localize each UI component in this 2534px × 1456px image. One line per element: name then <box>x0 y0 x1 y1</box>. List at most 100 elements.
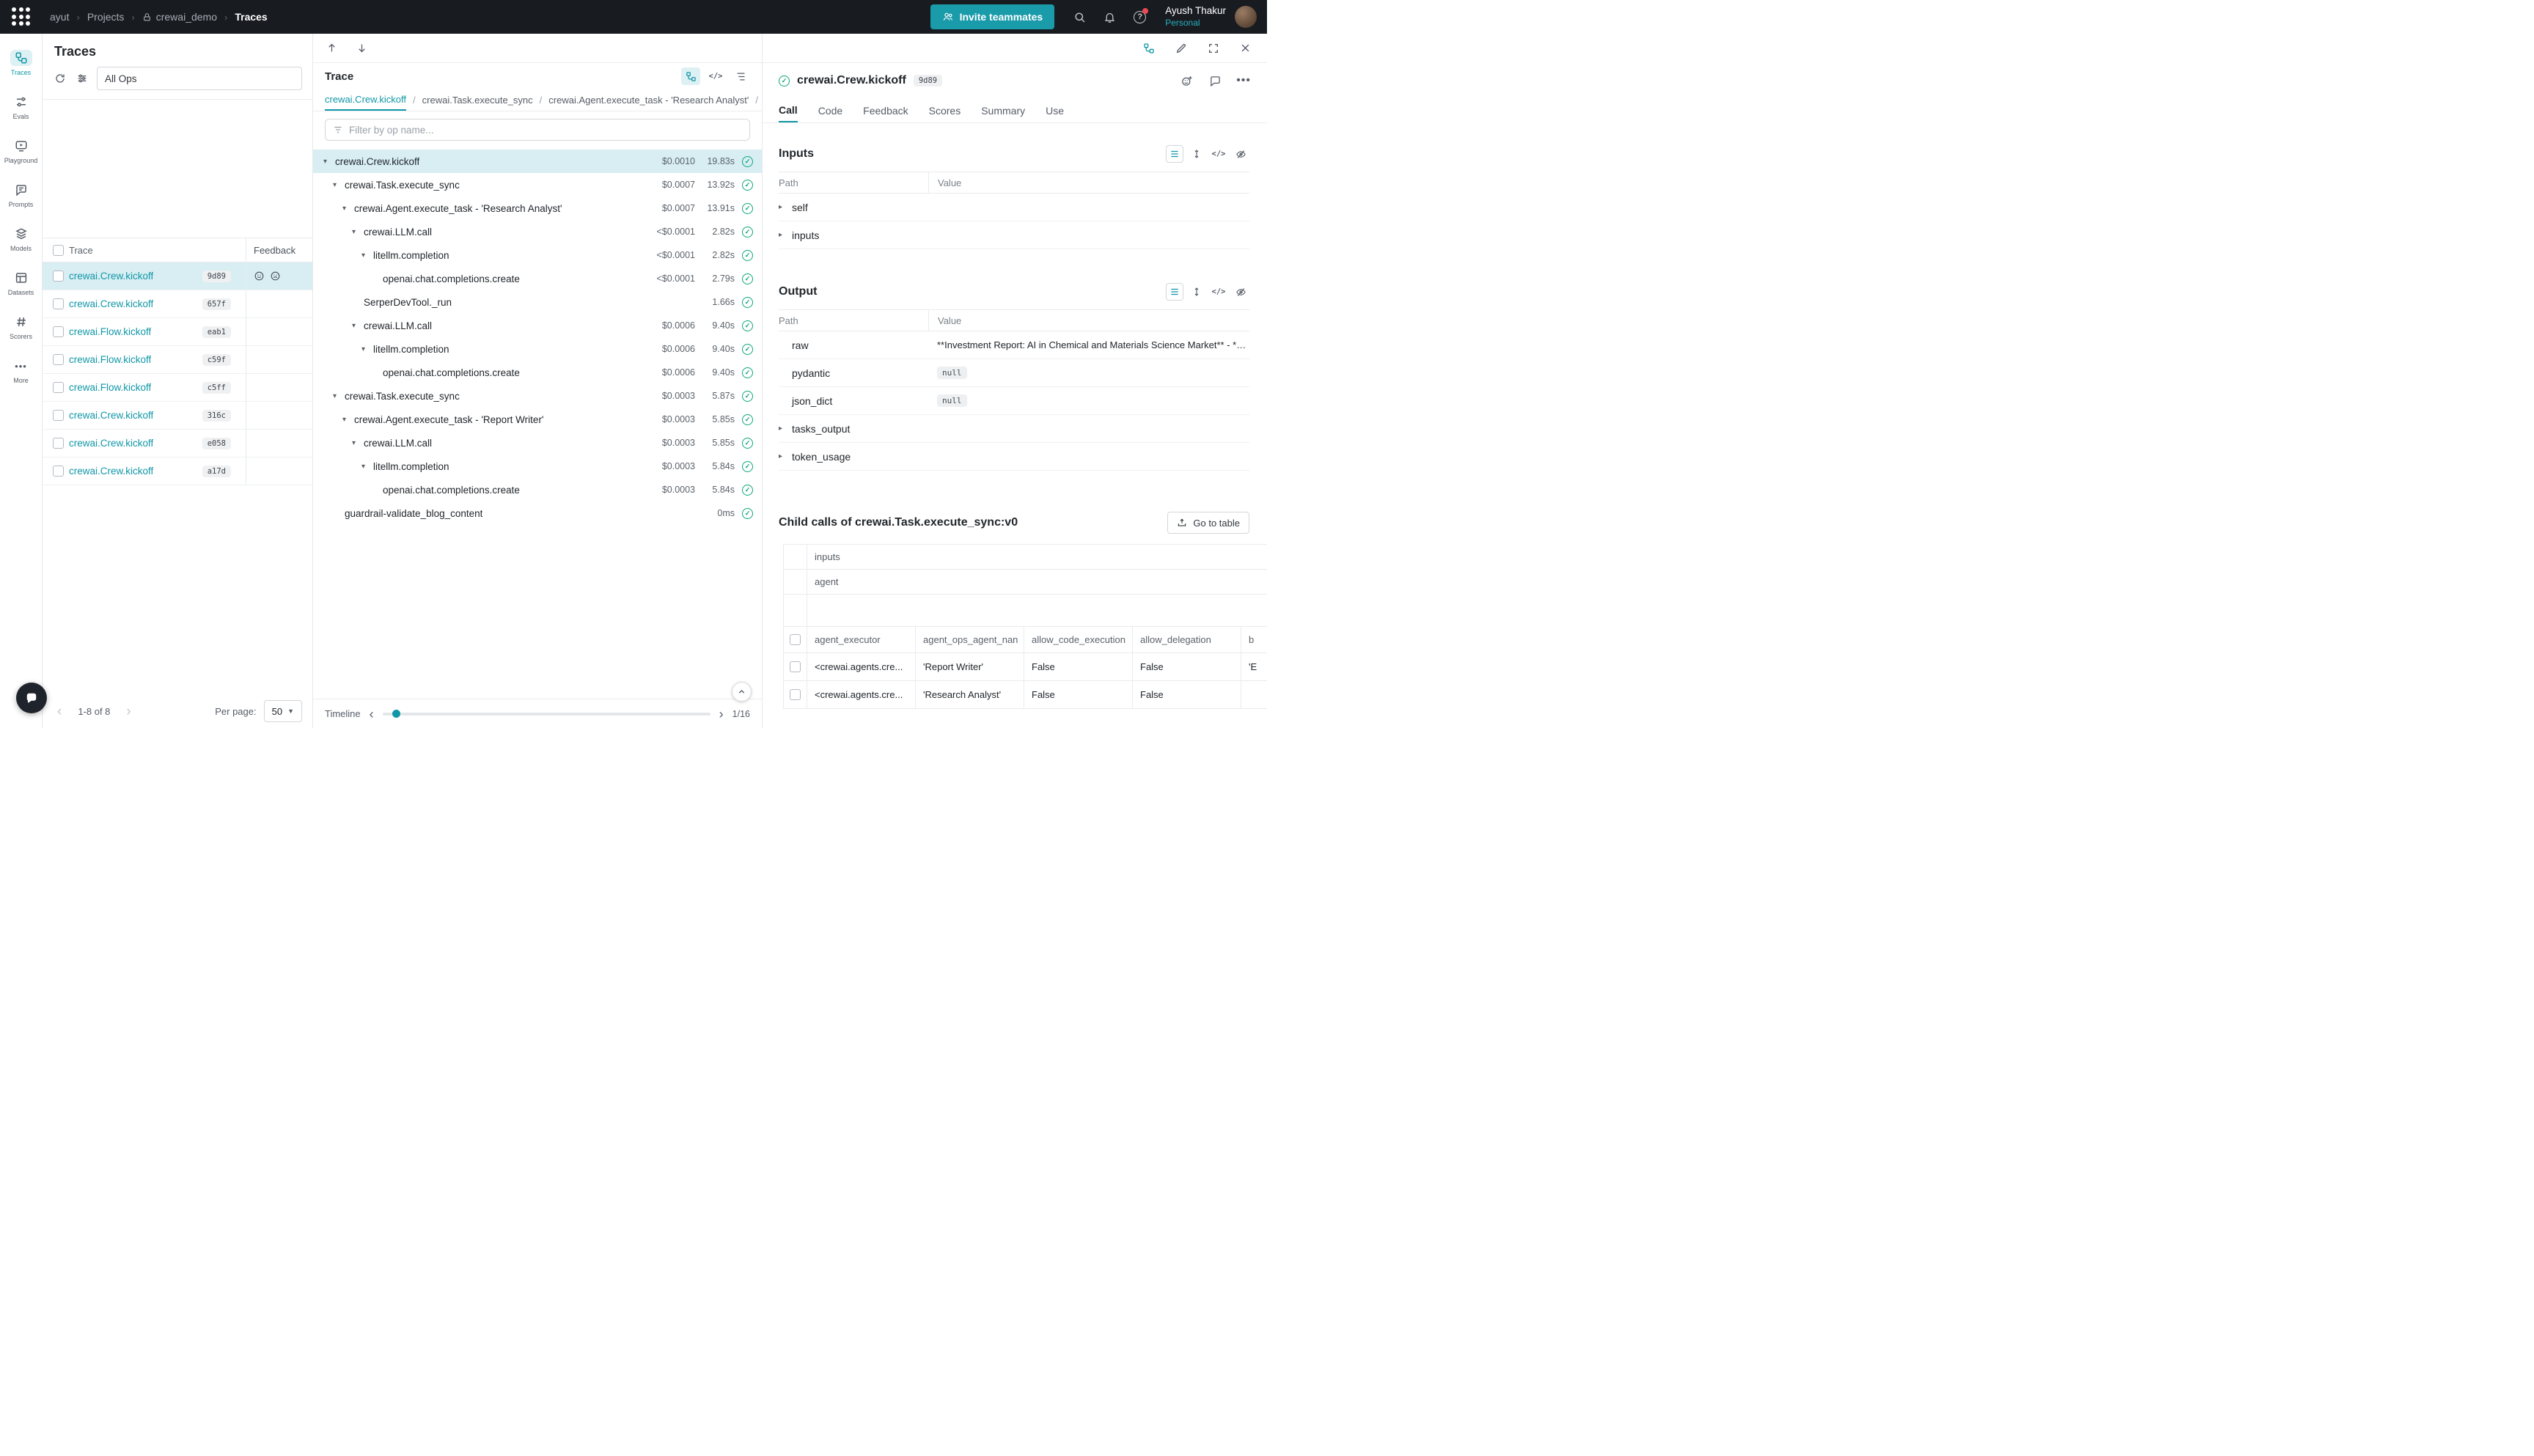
span-row[interactable]: openai.chat.completions.create$0.00035.8… <box>313 478 762 501</box>
trace-link[interactable]: crewai.Flow.kickoff <box>69 326 151 337</box>
chevron-right-icon[interactable]: ▸ <box>779 452 792 460</box>
wandb-logo[interactable] <box>12 7 31 26</box>
user-menu[interactable]: Ayush Thakur Personal <box>1165 5 1226 29</box>
code-view-icon[interactable]: </> <box>1210 145 1227 163</box>
timeline-slider[interactable] <box>383 713 710 716</box>
list-icon[interactable] <box>1166 145 1183 163</box>
row-checkbox[interactable] <box>790 689 801 700</box>
chevron-down-icon[interactable]: ▾ <box>333 181 345 189</box>
search-icon[interactable] <box>1073 11 1086 23</box>
expand-icon[interactable] <box>1206 41 1221 56</box>
tree-view-icon[interactable] <box>1142 41 1156 56</box>
input-row-inputs[interactable]: ▸inputs <box>779 221 1249 249</box>
span-row[interactable]: ▾crewai.Crew.kickoff$0.001019.83s✓ <box>313 150 762 173</box>
sidebar-item-evals[interactable]: Evals <box>0 85 42 129</box>
tree-view-icon[interactable] <box>681 67 700 85</box>
breadcrumb-project[interactable]: crewai_demo <box>142 11 217 23</box>
add-reaction-icon[interactable] <box>1179 73 1194 89</box>
timeline-prev-chevron[interactable]: ‹ <box>370 707 374 721</box>
span-row[interactable]: ▾crewai.LLM.call$0.00069.40s✓ <box>313 314 762 337</box>
trace-row[interactable]: crewai.Flow.kickoffeab1 <box>43 318 312 346</box>
bell-icon[interactable] <box>1103 11 1116 23</box>
select-all-checkbox[interactable] <box>53 245 64 256</box>
pencil-icon[interactable] <box>1174 41 1189 56</box>
row-checkbox[interactable] <box>53 354 64 365</box>
sidebar-item-prompts[interactable]: Prompts <box>0 173 42 217</box>
row-checkbox[interactable] <box>53 410 64 421</box>
eye-off-icon[interactable] <box>1232 283 1249 301</box>
span-row[interactable]: openai.chat.completions.create$0.00069.4… <box>313 361 762 384</box>
path-tab[interactable]: crewai.Crew.kickoff <box>325 89 406 111</box>
chevron-right-icon[interactable]: ▸ <box>779 231 792 239</box>
trace-row[interactable]: crewai.Crew.kickoff657f <box>43 290 312 318</box>
chat-bubble-icon[interactable] <box>16 683 47 713</box>
avatar[interactable] <box>1235 6 1257 28</box>
trace-row[interactable]: crewai.Flow.kickoffc59f <box>43 346 312 374</box>
span-row[interactable]: ▾crewai.LLM.call<$0.00012.82s✓ <box>313 220 762 243</box>
trace-row[interactable]: crewai.Crew.kickoff316c <box>43 402 312 430</box>
trace-link[interactable]: crewai.Flow.kickoff <box>69 354 151 365</box>
output-row-tasks-output[interactable]: ▸tasks_output <box>779 415 1249 443</box>
span-row[interactable]: ▾litellm.completion$0.00035.84s✓ <box>313 455 762 478</box>
breadcrumb-projects[interactable]: Projects <box>87 11 125 23</box>
sidebar-item-models[interactable]: Models <box>0 217 42 261</box>
overflow-menu-icon[interactable]: ••• <box>1236 74 1251 87</box>
tab-feedback[interactable]: Feedback <box>863 98 908 122</box>
sidebar-item-datasets[interactable]: Datasets <box>0 261 42 305</box>
code-view-icon[interactable]: </> <box>706 67 725 85</box>
chevron-down-icon[interactable]: ▾ <box>352 228 364 236</box>
span-row[interactable]: SerperDevTool._run1.66s✓ <box>313 290 762 314</box>
trace-link[interactable]: crewai.Flow.kickoff <box>69 382 151 393</box>
trace-row[interactable]: crewai.Crew.kickoffe058 <box>43 430 312 457</box>
row-checkbox[interactable] <box>53 298 64 309</box>
trace-row[interactable]: crewai.Crew.kickoffa17d <box>43 457 312 485</box>
span-row[interactable]: guardrail-validate_blog_content0ms✓ <box>313 501 762 525</box>
span-row[interactable]: ▾litellm.completion<$0.00012.82s✓ <box>313 243 762 267</box>
path-tab[interactable]: crewai.Agent.execute_task - 'Research An… <box>548 89 749 111</box>
refresh-icon[interactable] <box>53 71 67 86</box>
span-row[interactable]: ▾crewai.Agent.execute_task - 'Report Wri… <box>313 408 762 431</box>
list-tree-icon[interactable] <box>731 67 750 85</box>
chevron-down-icon[interactable]: ▾ <box>352 322 364 330</box>
child-call-row[interactable]: <crewai.agents.cre... 'Research Analyst'… <box>784 681 1267 709</box>
prev-page-chevron[interactable]: ‹ <box>53 705 66 718</box>
chevron-down-icon[interactable]: ▾ <box>342 205 354 213</box>
arrow-up-icon[interactable] <box>325 41 339 55</box>
trace-link[interactable]: crewai.Crew.kickoff <box>69 466 153 477</box>
row-checkbox[interactable] <box>53 271 64 282</box>
go-to-table-button[interactable]: Go to table <box>1167 512 1249 534</box>
chevron-down-icon[interactable]: ▾ <box>323 158 335 166</box>
row-checkbox[interactable] <box>53 466 64 477</box>
chevron-down-icon[interactable]: ▾ <box>361 463 373 471</box>
comment-icon[interactable] <box>1208 73 1223 89</box>
timeline-next-chevron[interactable]: › <box>719 707 724 721</box>
chevron-down-icon[interactable]: ▾ <box>342 416 354 424</box>
sidebar-item-more[interactable]: ••• More <box>0 349 42 393</box>
list-icon[interactable] <box>1166 283 1183 301</box>
output-row-pydantic[interactable]: pydantic null <box>779 359 1249 387</box>
trace-link[interactable]: crewai.Crew.kickoff <box>69 438 153 449</box>
path-tab[interactable]: crewai.Task.execute_sync <box>422 89 533 111</box>
trace-row[interactable]: crewai.Flow.kickoffc5ff <box>43 374 312 402</box>
eye-off-icon[interactable] <box>1232 145 1249 163</box>
chevron-down-icon[interactable]: ▾ <box>352 439 364 447</box>
tab-call[interactable]: Call <box>779 98 798 122</box>
chevron-down-icon[interactable]: ▾ <box>333 392 345 400</box>
input-row-self[interactable]: ▸self <box>779 194 1249 221</box>
output-row-json-dict[interactable]: json_dict null <box>779 387 1249 415</box>
smile-icon[interactable] <box>254 271 265 282</box>
arrow-down-icon[interactable] <box>355 41 369 55</box>
invite-teammates-button[interactable]: Invite teammates <box>930 4 1055 29</box>
output-row-token-usage[interactable]: ▸token_usage <box>779 443 1249 471</box>
breadcrumb-team[interactable]: ayut <box>50 11 69 23</box>
expand-rows-icon[interactable] <box>1188 283 1205 301</box>
row-checkbox[interactable] <box>53 382 64 393</box>
trace-link[interactable]: crewai.Crew.kickoff <box>69 410 153 421</box>
tab-code[interactable]: Code <box>818 98 842 122</box>
span-row[interactable]: ▾crewai.Agent.execute_task - 'Research A… <box>313 196 762 220</box>
code-view-icon[interactable]: </> <box>1210 283 1227 301</box>
tab-scores[interactable]: Scores <box>929 98 961 122</box>
trace-link[interactable]: crewai.Crew.kickoff <box>69 271 153 282</box>
span-row[interactable]: ▾crewai.LLM.call$0.00035.85s✓ <box>313 431 762 455</box>
chevron-right-icon[interactable]: ▸ <box>779 424 792 433</box>
